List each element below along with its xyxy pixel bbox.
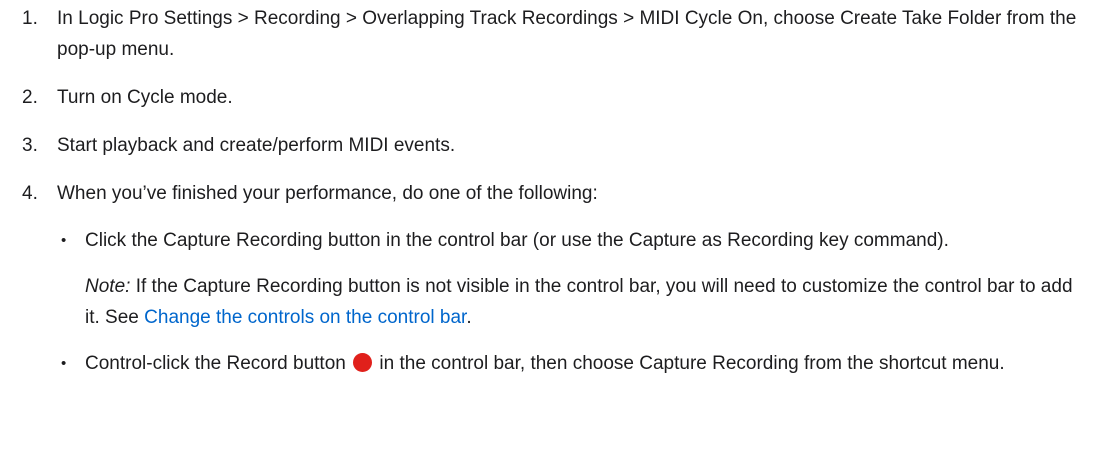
step-text: When you’ve finished your performance, d… (57, 183, 598, 204)
step-text: Turn on Cycle mode. (57, 87, 233, 108)
option-text-after: in the control bar, then choose Capture … (374, 353, 1005, 374)
step-item: 3. Start playback and create/perform MID… (22, 130, 1082, 161)
note-paragraph: Note: If the Capture Recording button is… (85, 271, 1082, 333)
change-controls-link[interactable]: Change the controls on the control bar (144, 307, 466, 328)
step-item: 4. When you’ve finished your performance… (22, 178, 1082, 379)
step-number: 2. (22, 87, 38, 108)
note-end: . (466, 307, 472, 328)
record-icon (353, 353, 373, 372)
step-item: 1. In Logic Pro Settings > Recording > O… (22, 3, 1082, 65)
option-item: • Click the Capture Recording button in … (57, 225, 1082, 333)
step-number: 4. (22, 183, 38, 204)
step-list: 1. In Logic Pro Settings > Recording > O… (22, 3, 1082, 396)
option-text: Control-click the Record button in the c… (85, 348, 1082, 379)
option-item: • Control-click the Record button in the… (57, 348, 1082, 379)
step-number: 3. (22, 135, 38, 156)
step-text: Start playback and create/perform MIDI e… (57, 135, 456, 156)
bullet-icon: • (61, 355, 67, 372)
bullet-icon: • (61, 232, 67, 249)
option-list: • Click the Capture Recording button in … (57, 225, 1082, 379)
option-text: Click the Capture Recording button in th… (85, 230, 949, 251)
help-article: 1. In Logic Pro Settings > Recording > O… (0, 0, 1093, 455)
option-text-before: Control-click the Record button (85, 353, 352, 374)
step-item: 2. Turn on Cycle mode. (22, 82, 1082, 113)
step-text: In Logic Pro Settings > Recording > Over… (57, 8, 1077, 60)
note-label: Note: (85, 276, 131, 297)
step-number: 1. (22, 8, 38, 29)
